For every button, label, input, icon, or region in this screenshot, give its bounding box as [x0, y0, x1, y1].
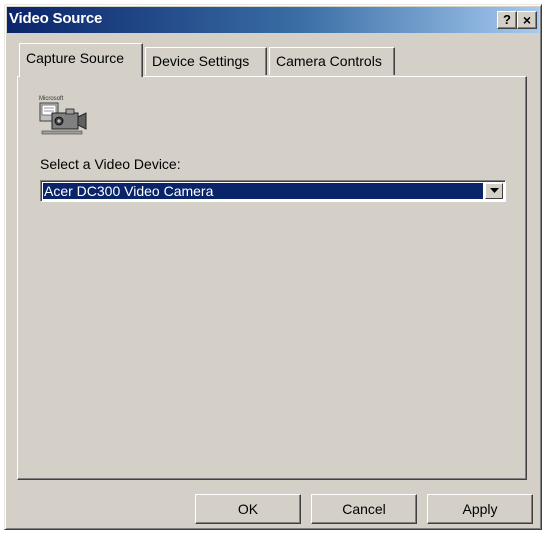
close-button[interactable]: × — [517, 11, 537, 29]
cancel-button[interactable]: Cancel — [311, 494, 417, 524]
capture-source-panel: Microsoft Select a Video Device: Acer DC… — [17, 76, 527, 480]
camera-device-icon: Microsoft — [39, 96, 87, 135]
select-device-label: Select a Video Device: — [40, 156, 181, 172]
dropdown-arrow-button[interactable] — [485, 183, 503, 199]
title-bar[interactable]: Video Source ? × — [7, 7, 539, 33]
video-device-selected-value[interactable]: Acer DC300 Video Camera — [43, 183, 483, 199]
tab-camera-controls[interactable]: Camera Controls — [269, 47, 395, 75]
tab-capture-source[interactable]: Capture Source — [19, 43, 143, 77]
video-device-select[interactable]: Acer DC300 Video Camera — [40, 180, 506, 202]
icon-caption: Microsoft — [39, 96, 64, 102]
video-source-dialog: Video Source ? × Capture Source Device S… — [4, 4, 542, 530]
help-button[interactable]: ? — [497, 11, 517, 29]
ok-button[interactable]: OK — [195, 494, 301, 524]
apply-button[interactable]: Apply — [427, 494, 533, 524]
window-title: Video Source — [9, 10, 103, 27]
chevron-down-icon — [490, 188, 499, 193]
tab-device-settings[interactable]: Device Settings — [145, 47, 267, 75]
